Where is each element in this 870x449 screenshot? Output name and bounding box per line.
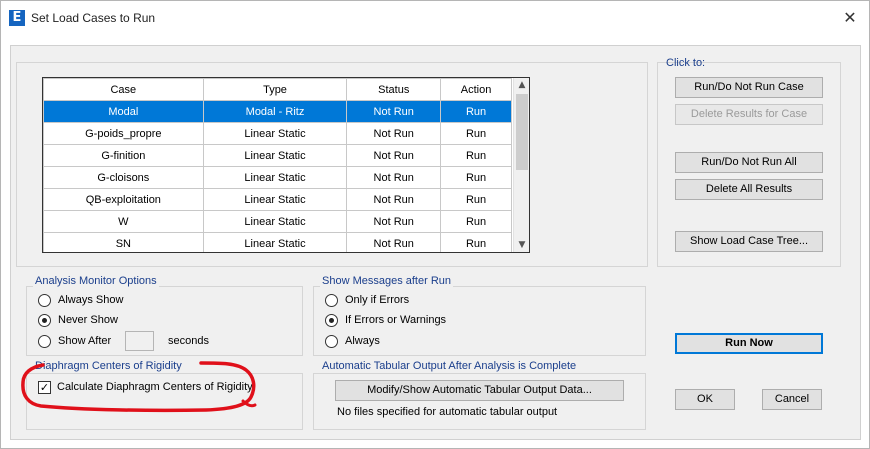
dialog-window: E Set Load Cases to Run ✕ Case Type Stat…	[0, 0, 870, 449]
red-annotation-outline	[21, 361, 257, 413]
annotation-stroke	[21, 361, 256, 413]
